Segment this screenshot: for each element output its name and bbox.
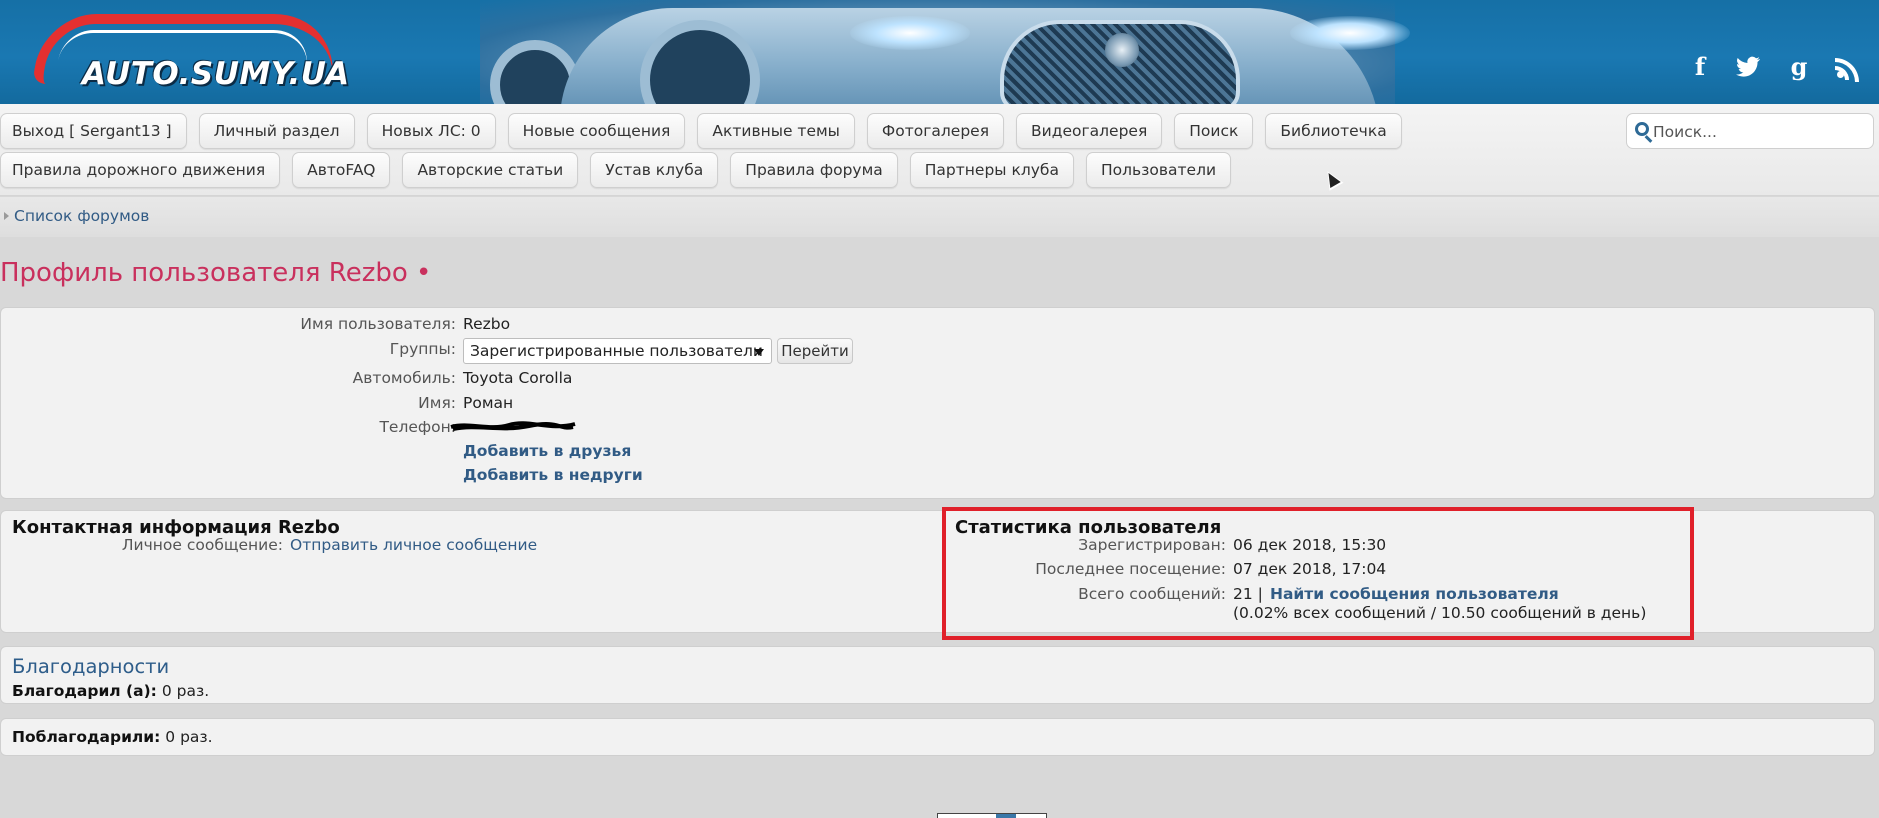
search-icon	[1635, 122, 1649, 136]
send-pm-link[interactable]: Отправить личное сообщение	[290, 536, 537, 554]
nav-club-charter[interactable]: Устав клуба	[590, 152, 719, 188]
nav-club-partners[interactable]: Партнеры клуба	[909, 152, 1074, 188]
breadcrumb-arrow-icon	[4, 212, 9, 220]
logo-text: AUTO.SUMY.UA	[82, 56, 350, 92]
nav-forum-rules[interactable]: Правила форума	[730, 152, 898, 188]
page-title: Профиль пользователя Rezbo •	[0, 258, 432, 288]
rss-icon[interactable]	[1833, 52, 1863, 82]
nav-traffic-rules[interactable]: Правила дорожного движения	[0, 152, 281, 188]
nav-active-topics[interactable]: Активные темы	[697, 113, 855, 149]
nav-photo-gallery[interactable]: Фотогалерея	[866, 113, 1005, 149]
groups-select-value: Зарегистрированные пользователи	[470, 342, 763, 360]
nav-logout-button[interactable]: Выход [ Sergant13 ]	[0, 113, 187, 149]
name-label: Имя:	[418, 394, 456, 412]
nav-row-1: Выход [ Sergant13 ] Личный раздел Новых …	[0, 113, 1414, 149]
contact-title: Контактная информация Rezbo	[12, 517, 340, 538]
redacted-phone-scribble	[450, 421, 576, 431]
add-friend-link[interactable]: Добавить в друзья	[463, 442, 631, 460]
banner-car-headlight	[850, 16, 970, 50]
pm-label: Личное сообщение:	[121, 536, 283, 554]
breadcrumb: Список форумов	[0, 197, 1879, 237]
banner-car-headlight	[1290, 16, 1410, 50]
thanks-title: Благодарности	[12, 655, 170, 678]
groups-label: Группы:	[389, 340, 456, 358]
thanks-received-row: Поблагодарили: 0 раз.	[12, 728, 213, 746]
google-plus-icon[interactable]: g	[1784, 52, 1814, 82]
nav-video-gallery[interactable]: Видеогалерея	[1016, 113, 1163, 149]
thanks-gave-row: Благодарил (а): 0 раз.	[12, 682, 209, 700]
search-box[interactable]	[1626, 113, 1874, 149]
thanks-gave-label: Благодарил (а):	[12, 682, 157, 700]
thanks-gave-value: 0 раз.	[161, 682, 210, 700]
groups-select[interactable]: Зарегистрированные пользователи	[463, 338, 772, 364]
car-value: Toyota Corolla	[463, 369, 573, 387]
username-value: Rezbo	[463, 315, 511, 333]
nav-autofaq[interactable]: АвтоFAQ	[292, 152, 391, 188]
nav-personal-section[interactable]: Личный раздел	[198, 113, 355, 149]
thanks-panel: Благодарности Благодарил (а): 0 раз.	[0, 646, 1875, 704]
footer-widget	[937, 813, 1047, 818]
banner-car-badge	[1105, 33, 1139, 67]
breadcrumb-forum-list-link[interactable]: Список форумов	[14, 207, 149, 225]
nav-row-2: Правила дорожного движения АвтоFAQ Автор…	[0, 152, 1243, 188]
nav-author-articles[interactable]: Авторские статьи	[402, 152, 579, 188]
username-label: Имя пользователя:	[300, 315, 456, 333]
nav-new-posts[interactable]: Новые сообщения	[507, 113, 686, 149]
name-value: Роман	[463, 394, 514, 412]
phone-label: Телефон:	[379, 418, 456, 436]
chevron-down-icon	[754, 349, 764, 356]
nav-new-pm[interactable]: Новых ЛС: 0	[366, 113, 496, 149]
facebook-icon[interactable]: f	[1685, 52, 1715, 82]
nav-users[interactable]: Пользователи	[1085, 152, 1232, 188]
nav-search[interactable]: Поиск	[1174, 113, 1254, 149]
main-navigation: Выход [ Sergant13 ] Личный раздел Новых …	[0, 104, 1879, 196]
site-header: AUTO.SUMY.UA f g	[0, 0, 1879, 104]
search-input[interactable]	[1653, 121, 1867, 143]
twitter-icon[interactable]	[1734, 52, 1764, 82]
groups-go-button[interactable]: Перейти	[777, 338, 853, 364]
nav-library[interactable]: Библиотечка	[1265, 113, 1402, 149]
thanks-received-value: 0 раз.	[165, 728, 213, 746]
car-label: Автомобиль:	[352, 369, 456, 387]
highlight-box	[942, 507, 1694, 640]
thanks-received-label: Поблагодарили:	[12, 728, 161, 746]
add-foe-link[interactable]: Добавить в недруги	[463, 466, 643, 484]
thanks-received-panel: Поблагодарили: 0 раз.	[0, 718, 1875, 756]
profile-panel: Имя пользователя: Rezbo Группы: Зарегист…	[0, 307, 1875, 499]
site-logo[interactable]: AUTO.SUMY.UA	[30, 4, 349, 96]
